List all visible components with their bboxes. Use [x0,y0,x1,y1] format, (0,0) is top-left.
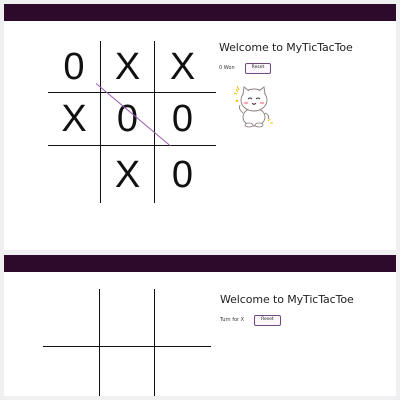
board-cell-6[interactable] [155,347,211,396]
page-title: Welcome to MyTicTacToe [219,41,353,54]
board-cell-5[interactable]: 0 [101,93,154,145]
status-row: 0 Won Reset [219,63,353,74]
game-board: 0 X X X 0 0 X 0 [48,41,216,203]
status-row: Turn for X Reset [220,315,354,326]
board-cell-4[interactable]: X [48,93,100,145]
game-board [43,289,211,396]
header-bar [4,255,396,272]
reset-button[interactable]: Reset [254,315,281,326]
game-status: 0 Won [219,65,235,72]
header-bar [4,4,396,21]
board-cell-7[interactable] [48,146,100,203]
game-panel-finished: 0 X X X 0 0 X 0 Welcome to MyTicTacToe 0… [4,4,396,250]
board-cell-3[interactable] [155,289,211,346]
happy-cat-sticker-icon [233,85,273,128]
board-cell-3[interactable]: X [155,41,210,92]
game-panel-new: Welcome to MyTicTacToe Turn for X Reset [4,255,396,396]
game-status: Turn for X [220,317,245,324]
board-cell-9[interactable]: 0 [155,146,210,203]
board-cell-8[interactable]: X [101,146,154,203]
info-panel: Welcome to MyTicTacToe Turn for X Reset [220,293,354,326]
board-cell-2[interactable]: X [101,41,154,92]
info-panel: Welcome to MyTicTacToe 0 Won Reset [219,41,353,74]
board-cell-1[interactable]: 0 [48,41,100,92]
board-cell-5[interactable] [100,347,154,396]
board-cell-6[interactable]: 0 [155,93,210,145]
page-title: Welcome to MyTicTacToe [220,293,354,306]
board-cell-4[interactable] [43,347,99,396]
reset-button[interactable]: Reset [244,63,272,74]
board-cell-1[interactable] [43,289,99,346]
board-cell-2[interactable] [100,289,154,346]
